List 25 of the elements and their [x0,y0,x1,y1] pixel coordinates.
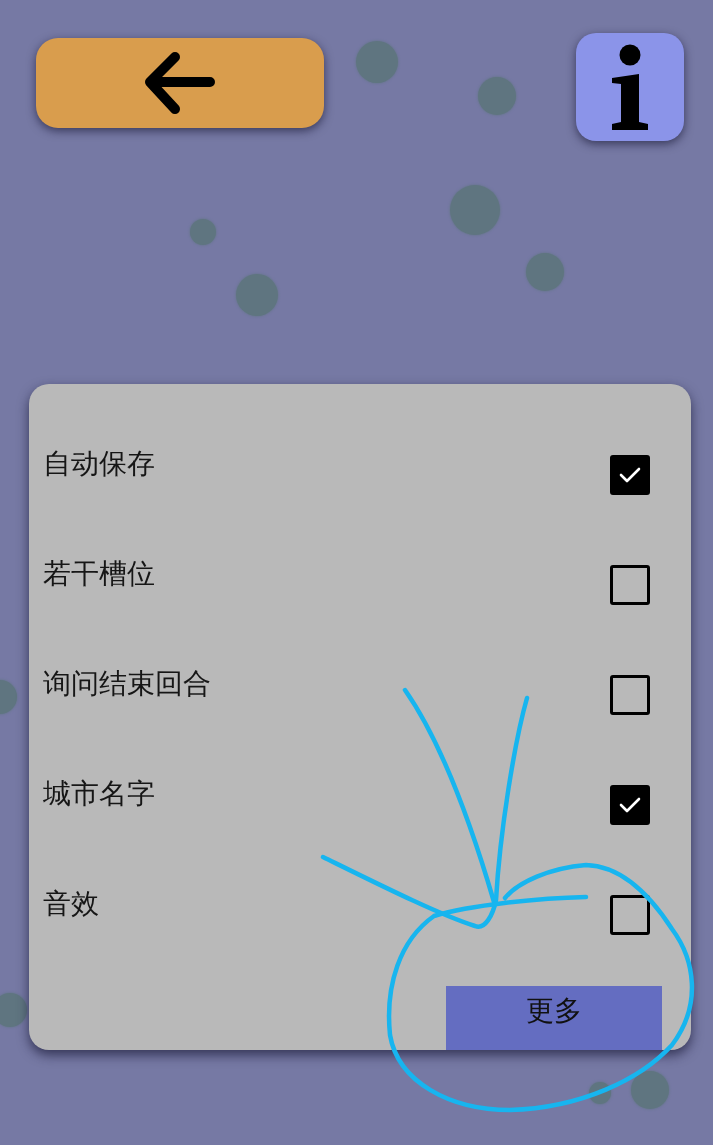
check-icon [619,797,641,813]
checkbox[interactable] [610,675,650,715]
checkbox[interactable] [610,785,650,825]
bubble-icon [356,41,398,83]
bubble-icon [631,1071,669,1109]
bubble-icon [478,77,516,115]
left-arrow-icon [144,52,216,114]
check-icon [619,467,641,483]
checkbox[interactable] [610,565,650,605]
info-button[interactable] [576,33,684,141]
more-button[interactable]: 更多 [446,986,662,1050]
info-icon [611,44,649,130]
setting-label: 自动保存 [43,446,155,482]
bubble-icon [526,253,564,291]
setting-label: 城市名字 [43,776,155,812]
setting-label: 若干槽位 [43,556,155,592]
bubble-icon [0,993,27,1027]
back-button[interactable] [36,38,324,128]
setting-label: 询问结束回合 [43,666,211,702]
bubble-icon [236,274,278,316]
bubble-icon [190,219,216,245]
checkbox[interactable] [610,455,650,495]
bubble-icon [450,185,500,235]
setting-label: 音效 [43,886,99,922]
checkbox[interactable] [610,895,650,935]
